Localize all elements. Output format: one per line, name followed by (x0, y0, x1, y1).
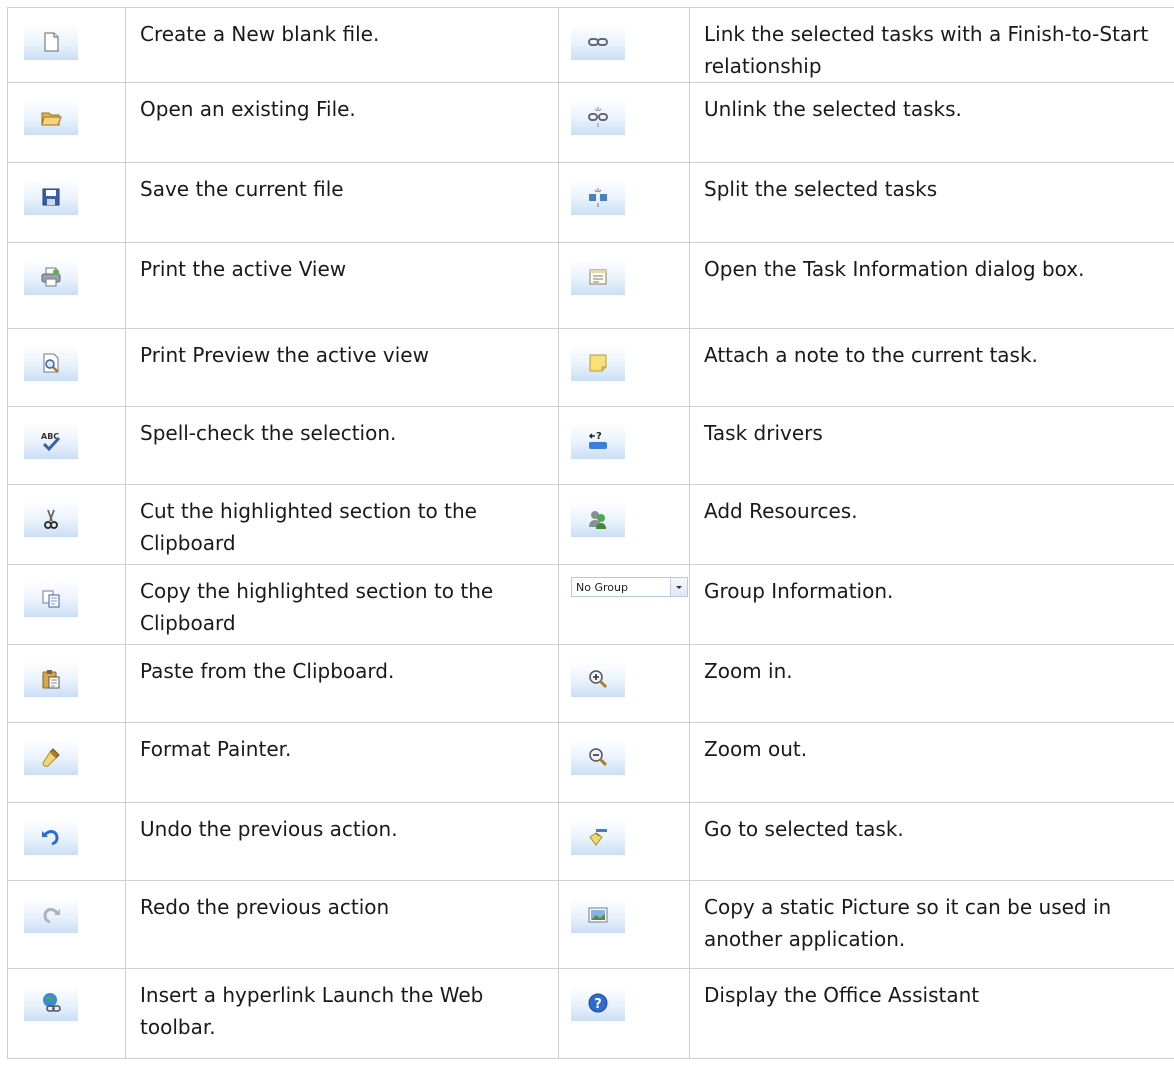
table-row: Print the active View Open the Task Info… (7, 242, 1174, 329)
table-cell-description: Save the current file (125, 162, 559, 243)
unlink-tasks-icon (571, 99, 625, 135)
task-information-icon (571, 259, 625, 295)
paste-icon (24, 661, 78, 697)
open-folder-icon (24, 99, 78, 135)
split-task-icon (571, 179, 625, 215)
table-cell-description: Zoom in. (689, 644, 1174, 723)
table-row: Copy the highlighted section to the Clip… (7, 564, 1174, 645)
help-icon: ? (571, 985, 625, 1021)
add-resources-icon (571, 501, 625, 537)
table-row: Cut the highlighted section to the Clipb… (7, 484, 1174, 565)
table-row: ABC Spell-check the selection. ? Task dr… (7, 406, 1174, 485)
table-cell-description: Format Painter. (125, 722, 559, 803)
print-preview-icon (24, 345, 78, 381)
task-note-icon (571, 345, 625, 381)
table-cell-description: Redo the previous action (125, 880, 559, 969)
table-row: Format Painter. Zoom out. (7, 722, 1174, 803)
zoom-out-icon (571, 739, 625, 775)
new-file-icon (24, 24, 78, 60)
table-row: Open an existing File. Unlink the select… (7, 82, 1174, 163)
print-icon (24, 259, 78, 295)
svg-text:?: ? (596, 431, 602, 442)
table-cell-description: Go to selected task. (689, 802, 1174, 881)
table-cell-description: Paste from the Clipboard. (125, 644, 559, 723)
format-painter-icon (24, 739, 78, 775)
redo-icon (24, 897, 78, 933)
table-cell-description: Cut the highlighted section to the Clipb… (125, 484, 559, 565)
table-cell-description: Copy a static Picture so it can be used … (689, 880, 1174, 969)
table-cell-description: Task drivers (689, 406, 1174, 485)
table-cell-description: Copy the highlighted section to the Clip… (125, 564, 559, 645)
table-cell-description: Link the selected tasks with a Finish-to… (689, 7, 1174, 83)
save-icon (24, 179, 78, 215)
table-row: Insert a hyperlink Launch the Web toolba… (7, 968, 1174, 1059)
table-cell-description: Zoom out. (689, 722, 1174, 803)
go-to-task-icon (571, 819, 625, 855)
copy-icon (24, 581, 78, 617)
table-cell-description: Group Information. (689, 564, 1174, 645)
table-cell-description: Unlink the selected tasks. (689, 82, 1174, 163)
chevron-down-icon[interactable] (670, 578, 687, 596)
link-tasks-icon (571, 24, 625, 60)
hyperlink-icon (24, 985, 78, 1021)
table-cell-description: Print the active View (125, 242, 559, 329)
table-row: Undo the previous action. Go to selected… (7, 802, 1174, 881)
toolbar-reference-table: Create a New blank file. Link the select… (7, 7, 1174, 1059)
table-row: Paste from the Clipboard. Zoom in. (7, 644, 1174, 723)
table-cell-description: Open an existing File. (125, 82, 559, 163)
table-cell-description: Add Resources. (689, 484, 1174, 565)
table-row: Redo the previous action Copy a static P… (7, 880, 1174, 969)
table-row: Save the current file Split the selected… (7, 162, 1174, 243)
zoom-in-icon (571, 661, 625, 697)
cut-icon (24, 501, 78, 537)
table-cell-description: Attach a note to the current task. (689, 328, 1174, 407)
spell-check-icon: ABC (24, 423, 78, 459)
table-cell-description: Spell-check the selection. (125, 406, 559, 485)
table-cell-description: Print Preview the active view (125, 328, 559, 407)
table-cell-description: Display the Office Assistant (689, 968, 1174, 1059)
table-cell-description: Open the Task Information dialog box. (689, 242, 1174, 329)
task-drivers-icon: ? (571, 423, 625, 459)
table-cell-description: Create a New blank file. (125, 7, 559, 83)
copy-picture-icon (571, 897, 625, 933)
group-dropdown-value: No Group (576, 581, 628, 594)
table-row: Create a New blank file. Link the select… (7, 7, 1174, 83)
undo-icon (24, 819, 78, 855)
table-cell-description: Undo the previous action. (125, 802, 559, 881)
table-cell-description: Split the selected tasks (689, 162, 1174, 243)
svg-text:?: ? (594, 997, 602, 1012)
group-dropdown[interactable]: No Group (571, 577, 688, 597)
table-row: Print Preview the active view Attach a n… (7, 328, 1174, 407)
table-cell-description: Insert a hyperlink Launch the Web toolba… (125, 968, 559, 1059)
